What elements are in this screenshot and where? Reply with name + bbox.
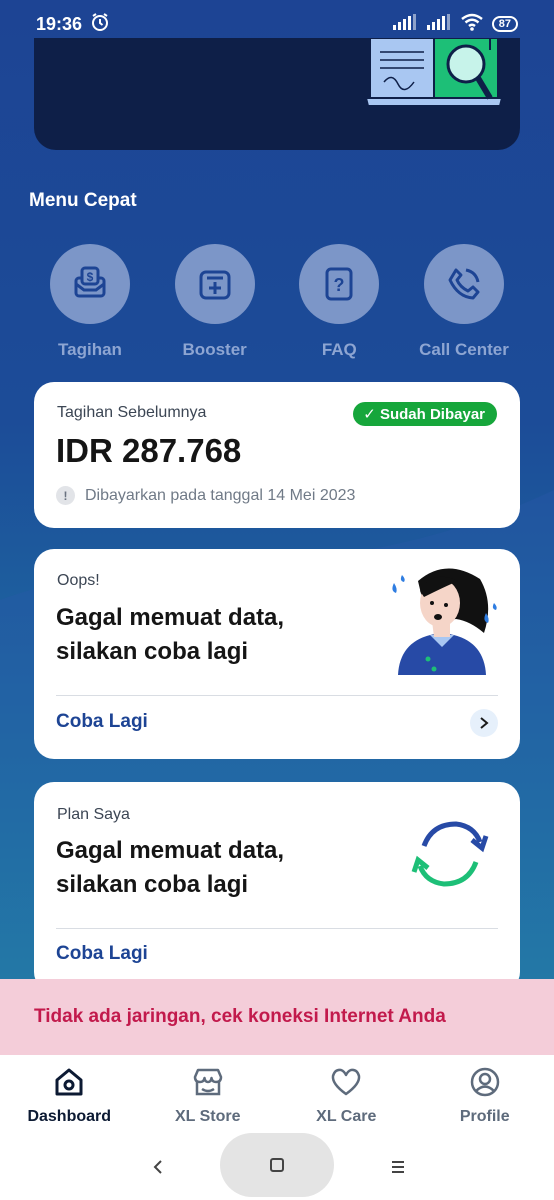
nav-label: Dashboard bbox=[27, 1108, 112, 1125]
error-message: Gagal memuat data, silakan coba lagi bbox=[56, 601, 336, 669]
refresh-icon bbox=[411, 821, 489, 887]
faq-icon: ? bbox=[299, 244, 380, 324]
error-line: Gagal memuat data, bbox=[56, 837, 285, 864]
divider bbox=[56, 928, 498, 929]
svg-text:$: $ bbox=[87, 270, 94, 284]
error-line: silakan coba lagi bbox=[56, 871, 249, 898]
bill-note-text: Dibayarkan pada tanggal 14 Mei 2023 bbox=[85, 486, 356, 504]
nav-xl-care[interactable]: XL Care bbox=[277, 1055, 416, 1127]
error-message: Gagal memuat data, silakan coba lagi bbox=[56, 834, 336, 902]
bill-amount: IDR 287.768 bbox=[56, 432, 242, 469]
check-icon: ✓ bbox=[363, 406, 376, 423]
error-line: Gagal memuat data, bbox=[56, 604, 285, 631]
nav-profile[interactable]: Profile bbox=[416, 1055, 554, 1127]
divider bbox=[56, 695, 498, 696]
status-time: 19:36 bbox=[36, 13, 83, 34]
bill-label: Tagihan Sebelumnya bbox=[57, 404, 207, 421]
error-label: Oops! bbox=[57, 572, 100, 589]
signal-icon bbox=[392, 13, 418, 35]
quick-menu-label: FAQ bbox=[321, 340, 357, 359]
alarm-icon bbox=[90, 12, 110, 37]
quick-menu: $ Tagihan Booster ? FAQ Call Center bbox=[28, 244, 526, 360]
wifi-icon bbox=[460, 13, 484, 36]
quick-menu-booster[interactable]: Booster bbox=[153, 244, 277, 360]
home-button[interactable] bbox=[220, 1133, 334, 1197]
booster-icon bbox=[174, 244, 255, 324]
error-card: Oops! Gagal memuat data, silakan coba la… bbox=[34, 549, 520, 759]
bill-icon: $ bbox=[50, 244, 130, 324]
heart-icon bbox=[330, 1067, 362, 1102]
nav-label: Profile bbox=[459, 1108, 510, 1125]
svg-text:?: ? bbox=[334, 275, 345, 295]
network-error-banner: Tidak ada jaringan, cek koneksi Internet… bbox=[0, 979, 554, 1055]
nav-dashboard[interactable]: Dashboard bbox=[0, 1055, 139, 1127]
home-icon bbox=[53, 1067, 85, 1102]
previous-bill-card[interactable]: Tagihan Sebelumnya ✓ Sudah Dibayar IDR 2… bbox=[34, 382, 520, 528]
quick-menu-title: Menu Cepat bbox=[29, 190, 137, 211]
signal-icon bbox=[426, 13, 452, 35]
phone-icon bbox=[423, 244, 504, 324]
plan-label: Plan Saya bbox=[57, 806, 130, 823]
info-icon: ! bbox=[56, 486, 75, 505]
status-badge-text: Sudah Dibayar bbox=[379, 406, 485, 423]
quick-menu-tagihan[interactable]: $ Tagihan bbox=[28, 244, 152, 360]
system-nav-bar bbox=[0, 1127, 554, 1200]
nav-label: XL Store bbox=[175, 1108, 241, 1125]
menu-icon[interactable] bbox=[378, 1147, 418, 1187]
quick-menu-faq[interactable]: ? FAQ bbox=[277, 244, 401, 360]
profile-icon bbox=[469, 1067, 501, 1102]
nav-label: XL Care bbox=[316, 1108, 377, 1125]
square-icon bbox=[270, 1158, 284, 1172]
retry-button[interactable]: Coba Lagi bbox=[56, 711, 148, 733]
battery-indicator: 87 bbox=[491, 16, 518, 32]
error-line: silakan coba lagi bbox=[56, 638, 249, 665]
quick-menu-label: Call Center bbox=[419, 340, 509, 359]
status-badge: ✓ Sudah Dibayar bbox=[353, 402, 497, 426]
back-icon[interactable] bbox=[138, 1147, 178, 1187]
plan-card: Plan Saya Gagal memuat data, silakan cob… bbox=[34, 782, 520, 992]
quick-menu-call-center[interactable]: Call Center bbox=[402, 244, 526, 360]
nav-xl-store[interactable]: XL Store bbox=[139, 1055, 278, 1127]
retry-button[interactable]: Coba Lagi bbox=[56, 943, 148, 965]
quick-menu-label: Tagihan bbox=[58, 340, 122, 359]
promo-banner[interactable] bbox=[34, 38, 520, 150]
sad-person-illustration bbox=[392, 568, 497, 675]
book-illustration bbox=[364, 38, 504, 107]
bottom-nav: Dashboard XL Store XL Care Profile bbox=[0, 1055, 554, 1127]
store-icon bbox=[192, 1067, 224, 1102]
chevron-right-icon[interactable] bbox=[470, 709, 498, 737]
bill-note: ! Dibayarkan pada tanggal 14 Mei 2023 bbox=[56, 486, 355, 505]
quick-menu-label: Booster bbox=[182, 340, 247, 359]
